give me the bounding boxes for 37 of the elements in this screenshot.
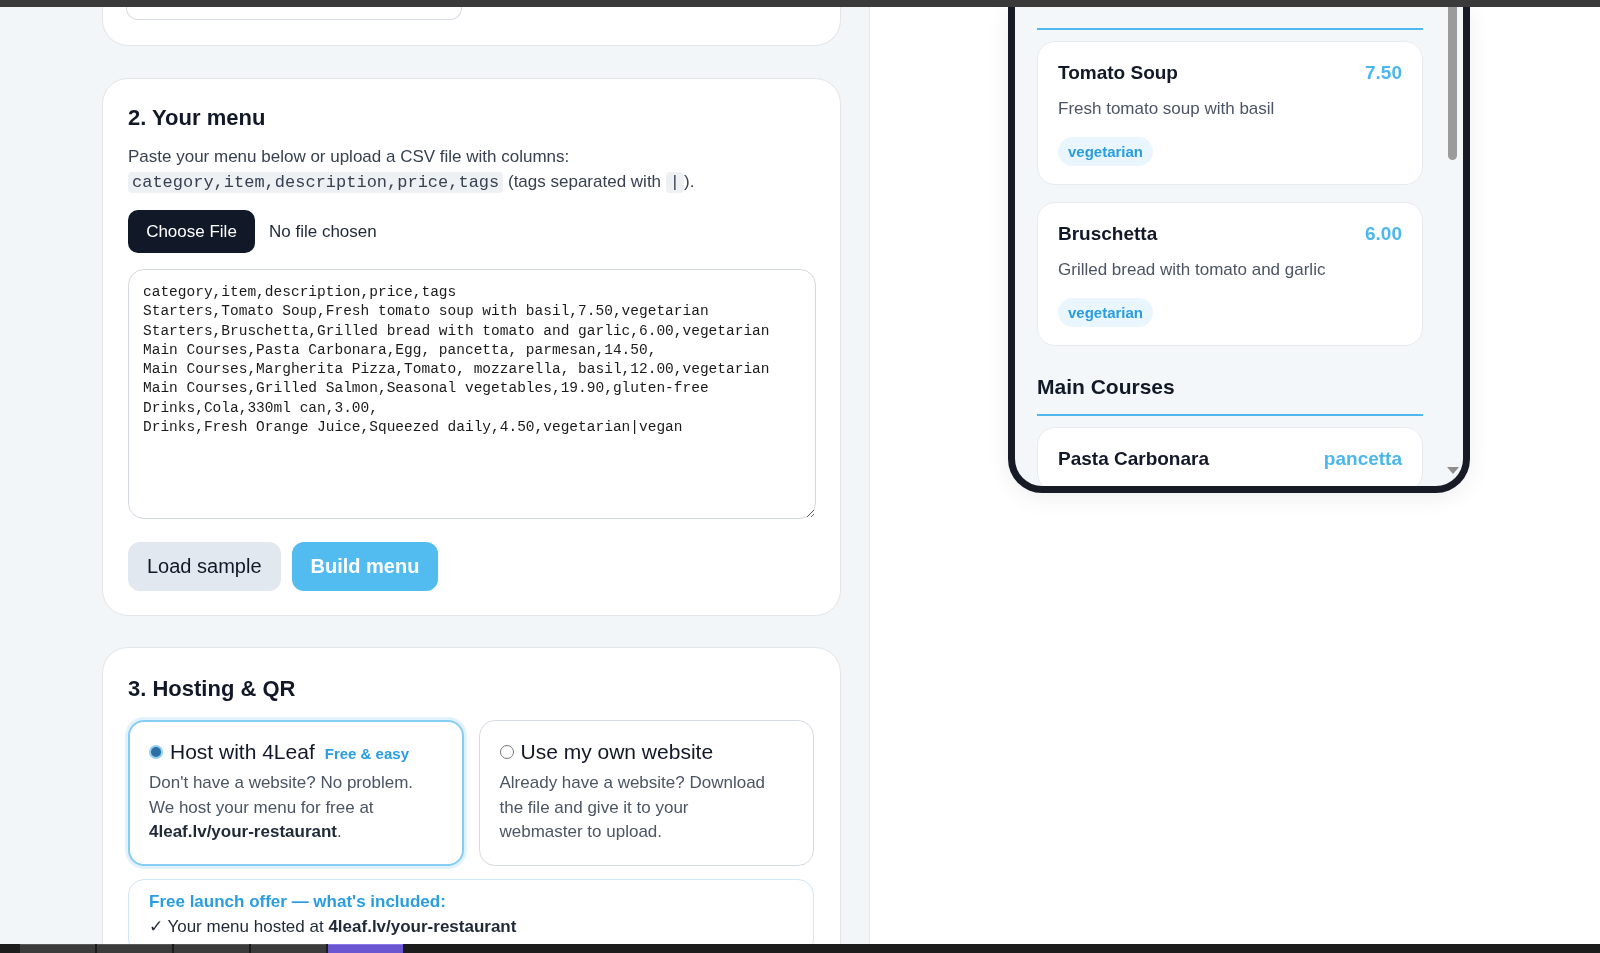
menu-item-description: Grilled bread with tomato and garlic — [1058, 259, 1327, 281]
option-highlight-text: Free & easy — [324, 745, 409, 762]
dietary-tag: vegetarian — [1058, 137, 1154, 166]
option-title: Use my own website — [520, 740, 714, 764]
taskbar-tab[interactable] — [20, 944, 95, 953]
menu-item-price: 7.50 — [1365, 61, 1402, 85]
taskbar-tab[interactable] — [174, 944, 249, 953]
menu-item-description: Fresh tomato soup with basil — [1058, 98, 1276, 120]
menu-item-name: Tomato Soup — [1058, 61, 1178, 85]
menu-item-price: pancetta — [1323, 447, 1402, 471]
offer-item: ✓ Your menu hosted at 4leaf.lv/your-restaurant — [149, 916, 518, 937]
input-field[interactable] — [126, 7, 462, 20]
instructions-text: Paste your menu below or upload a CSV file with columns: category,item,description,price,tags (tags separated with | ). — [128, 146, 696, 195]
dietary-tag: vegetarian — [1058, 298, 1154, 327]
menu-category-heading: Main Courses — [1037, 374, 1176, 400]
radio-button[interactable] — [499, 745, 514, 759]
taskbar-tab[interactable] — [97, 944, 172, 953]
menu-item-price: 6.00 — [1365, 222, 1402, 246]
file-status-text: No file chosen — [269, 221, 377, 242]
option-description: Don't have a website? No problem. We host your menu for free at 4leaf.lv/your-restaurant. — [149, 772, 415, 843]
menu-item-name: Bruschetta — [1058, 222, 1158, 246]
hosting-option-card[interactable]: Host with 4Leaf Free & easy Don't have a website? No problem. We host your menu for free at 4leaf.lv/your-restaurant. — [128, 720, 464, 866]
hosting-option-card[interactable]: Use my own website Already have a website? Download the file and give it to your webmaster to upload. — [478, 720, 814, 866]
csv-textarea[interactable]: category,item,description,price,tags Starters,Tomato Soup,Fresh tomato soup with basil,7.50,vegetarian Starters,Bruschetta,Grilled bread with tomato and garlic,6.00,vegetarian Main Courses,Pasta Carbonara,Egg, pancetta, parmesan,14.50, Main Courses,Margherita Pizza,Tomato, mozzarella, basil,12.00,vegetarian Main Courses,Grilled Salmon,Seasonal vegetables,19.90,gluten-free Drinks,Cola,330ml can,3.00, Drinks,Fresh Orange Juice,Squeezed daily,4.50,vegetarian|vegan — [128, 269, 816, 519]
load-sample-button[interactable]: Load sample — [128, 542, 281, 591]
menu-item-name: Pasta Carbonara — [1058, 447, 1209, 471]
radio-button[interactable] — [149, 745, 163, 759]
option-description: Already have a website? Download the file and give it to your webmaster to upload. — [499, 772, 767, 843]
section-title: 2. Your menu — [128, 104, 267, 132]
scrollbar-thumb[interactable] — [1448, 7, 1457, 160]
choose-file-button[interactable]: Choose File — [128, 210, 255, 253]
section-title: 3. Hosting & QR — [128, 675, 297, 703]
option-title: Host with 4Leaf — [170, 740, 315, 764]
scroll-down-arrow-icon[interactable] — [1446, 467, 1459, 474]
offer-title: Free launch offer — what's included: — [149, 891, 447, 913]
taskbar-tab[interactable] — [328, 944, 403, 953]
taskbar-tab[interactable] — [251, 944, 326, 953]
